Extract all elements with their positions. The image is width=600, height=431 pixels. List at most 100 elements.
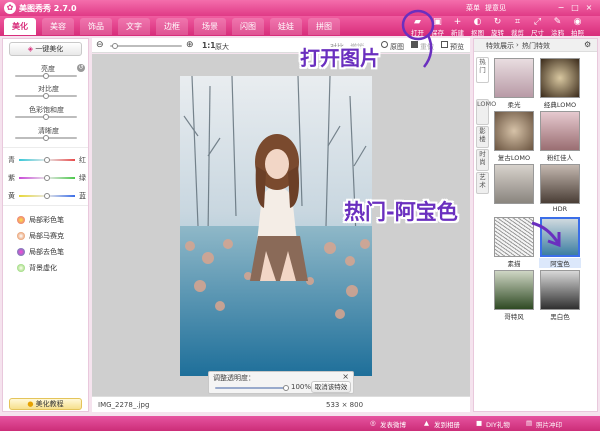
effects-breadcrumb: 特效展示 › 热门特效 ⚙ xyxy=(474,39,597,52)
maximize-icon[interactable]: □ xyxy=(570,3,580,13)
image-dimensions: 533 × 800 xyxy=(326,401,364,409)
minimize-icon[interactable]: − xyxy=(556,3,566,13)
vtab-art[interactable]: 艺术 xyxy=(476,172,489,194)
cutout-button[interactable]: ◐ 抠图 xyxy=(468,17,487,37)
resize-icon: ⤢ xyxy=(533,17,542,27)
magenta-green-slider[interactable] xyxy=(19,175,75,181)
zoom-in-icon[interactable]: ⊕ xyxy=(186,40,194,50)
panel-settings-icon[interactable]: ⚙ xyxy=(584,40,591,49)
effect-thumb-unlabeled[interactable] xyxy=(494,164,534,204)
vtab-hot[interactable]: 热门 xyxy=(476,57,489,83)
crop-button[interactable]: ⌗ 裁剪 xyxy=(508,17,527,37)
original-icon xyxy=(381,41,388,48)
diy-gift-link[interactable]: DIY礼物 xyxy=(486,419,510,429)
effect-thumb-retro-lomo[interactable] xyxy=(494,111,534,151)
left-panel: ◈ 一键美化 亮度 ↺ 对比度 色彩饱和度 清晰度 青 红 紫 绿 黄 蓝 局部… xyxy=(2,38,89,412)
breadcrumb-current[interactable]: 热门特效 xyxy=(522,41,550,51)
tab-flash[interactable]: 闪图 xyxy=(232,18,264,35)
tab-makeup[interactable]: 美容 xyxy=(42,18,74,35)
breadcrumb-root[interactable]: 特效展示 xyxy=(486,41,514,51)
tab-scene[interactable]: 场景 xyxy=(194,18,226,35)
opacity-slider[interactable] xyxy=(215,385,289,391)
opacity-knob[interactable] xyxy=(283,385,289,391)
opacity-value: 100% xyxy=(291,383,312,391)
brightness-slider[interactable] xyxy=(15,73,77,79)
sharpness-knob[interactable] xyxy=(43,135,49,141)
effect-label-hdr: HDR xyxy=(552,205,568,213)
sharpness-slider[interactable] xyxy=(15,135,77,141)
post-weibo-link[interactable]: 发表微博 xyxy=(380,419,406,429)
cyan-label: 青 xyxy=(8,156,15,164)
tutorial-label: 美化教程 xyxy=(35,400,64,408)
crop-icon: ⌗ xyxy=(514,17,521,27)
cancel-effect-button[interactable]: 取消该特效 xyxy=(311,381,351,393)
zoom-slider[interactable] xyxy=(110,43,182,49)
photo-print-link[interactable]: 照片冲印 xyxy=(536,419,562,429)
gift-icon: ■ xyxy=(476,419,483,427)
contrast-knob[interactable] xyxy=(43,93,49,99)
local-desaturate-item[interactable]: 局部去色笔 xyxy=(17,246,64,258)
tab-text[interactable]: 文字 xyxy=(118,18,150,35)
breadcrumb-separator: › xyxy=(516,41,519,49)
local-color-pen-item[interactable]: 局部彩色笔 xyxy=(17,214,64,226)
effect-thumb-hdr[interactable] xyxy=(540,164,580,204)
magenta-green-knob[interactable] xyxy=(44,175,50,181)
menu-link[interactable]: 菜单 xyxy=(466,3,480,13)
opacity-close-icon[interactable]: × xyxy=(342,372,349,381)
zoom-out-icon[interactable]: ⊖ xyxy=(96,40,104,50)
effect-thumb-black-white[interactable] xyxy=(540,270,580,310)
tab-accessory[interactable]: 饰品 xyxy=(80,18,112,35)
background-blur-label: 背景虚化 xyxy=(29,264,57,272)
sharpness-label: 清晰度 xyxy=(38,127,59,135)
effect-thumb-gothic[interactable] xyxy=(494,270,534,310)
doodle-button[interactable]: ✎ 涂鸦 xyxy=(548,17,567,37)
effect-label-abao-color: 阿宝色 xyxy=(539,258,581,268)
cyan-red-knob[interactable] xyxy=(44,157,50,163)
yellow-blue-knob[interactable] xyxy=(44,193,50,199)
footer-bar: ◎ 发表微博 ▲ 发到相册 ■ DIY礼物 ▤ 照片冲印 xyxy=(0,416,600,431)
new-button[interactable]: + 新建 xyxy=(448,17,467,37)
contrast-slider[interactable] xyxy=(15,93,77,99)
vtab-studio[interactable]: 影楼 xyxy=(476,126,489,148)
saturation-knob[interactable] xyxy=(43,114,49,120)
reset-icon[interactable]: ↺ xyxy=(77,64,85,72)
effect-thumb-classic-lomo[interactable] xyxy=(540,58,580,98)
vtab-fashion[interactable]: 时尚 xyxy=(476,149,489,171)
actual-size-button[interactable]: 原大 xyxy=(215,42,229,52)
green-label: 绿 xyxy=(79,174,86,182)
preview-button[interactable]: 预览 xyxy=(450,42,464,52)
background-blur-item[interactable]: 背景虚化 xyxy=(17,262,57,274)
tab-beautify[interactable]: 美化 xyxy=(4,18,36,35)
brightness-knob[interactable] xyxy=(43,73,49,79)
close-icon[interactable]: × xyxy=(584,3,594,13)
local-color-pen-label: 局部彩色笔 xyxy=(29,216,64,224)
local-mosaic-item[interactable]: 局部马赛克 xyxy=(17,230,64,242)
saturation-slider[interactable] xyxy=(15,114,77,120)
tab-collage[interactable]: 拼图 xyxy=(308,18,340,35)
vtab-lomo[interactable]: LOMO xyxy=(476,99,496,125)
yellow-label: 黄 xyxy=(8,192,15,200)
post-album-link[interactable]: 发到相册 xyxy=(434,419,460,429)
yellow-blue-slider[interactable] xyxy=(19,193,75,199)
blue-label: 蓝 xyxy=(79,192,86,200)
cyan-red-slider[interactable] xyxy=(19,157,75,163)
contrast-label: 对比度 xyxy=(38,85,59,93)
zoom-knob[interactable] xyxy=(112,43,118,49)
color-pen-icon xyxy=(17,216,25,224)
tutorial-button[interactable]: ● 美化教程 xyxy=(9,398,82,410)
effect-thumb-sketch[interactable] xyxy=(494,217,534,257)
local-desaturate-label: 局部去色笔 xyxy=(29,248,64,256)
effect-thumb-pink-lady[interactable] xyxy=(540,111,580,151)
one-key-label: 一键美化 xyxy=(35,45,64,53)
one-key-beautify-button[interactable]: ◈ 一键美化 xyxy=(9,42,82,56)
rotate-button[interactable]: ↻ 旋转 xyxy=(488,17,507,37)
tab-frame[interactable]: 边框 xyxy=(156,18,188,35)
title-bar: ✿ 美图秀秀 2.7.0 菜单 提意见 − □ × xyxy=(0,0,600,16)
feedback-link[interactable]: 提意见 xyxy=(485,3,506,13)
album-icon: ▲ xyxy=(424,419,429,427)
camera-button[interactable]: ◉ 拍照 xyxy=(568,17,587,37)
tab-doll[interactable]: 娃娃 xyxy=(270,18,302,35)
resize-button[interactable]: ⤢ 尺寸 xyxy=(528,17,547,37)
effect-thumb-soft-light[interactable] xyxy=(494,58,534,98)
brightness-label: 亮度 xyxy=(41,65,55,73)
